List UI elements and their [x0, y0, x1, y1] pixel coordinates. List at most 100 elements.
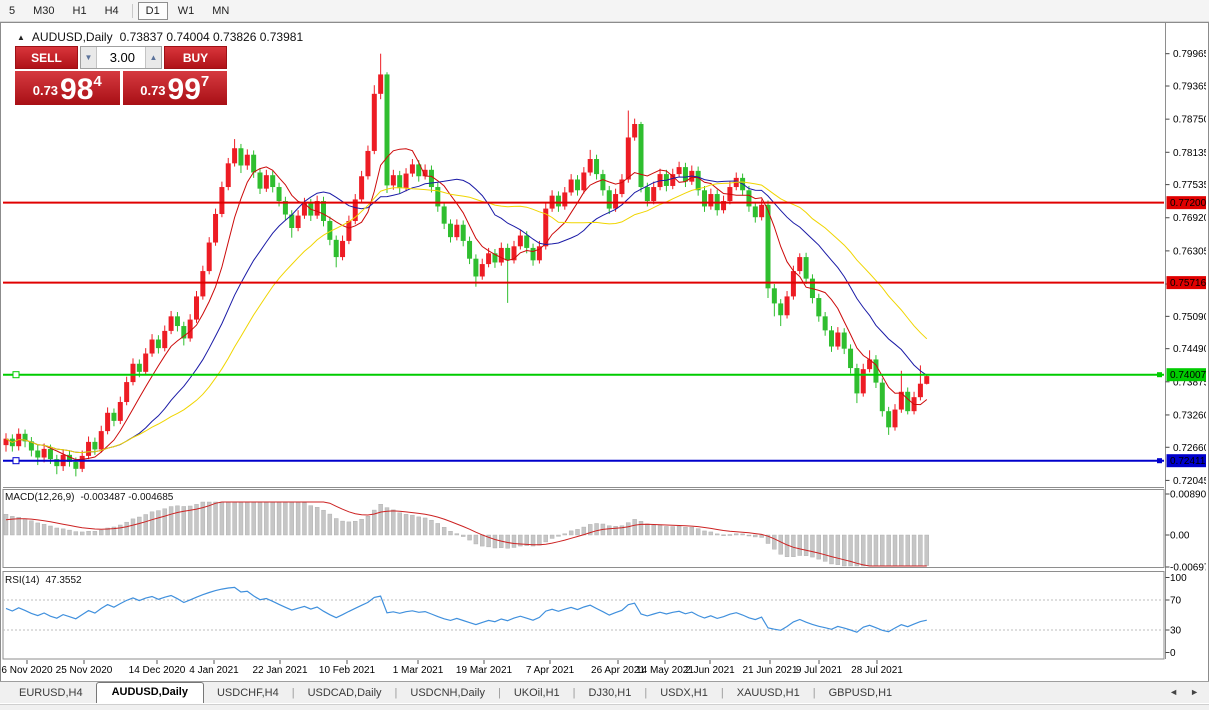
tab-ukoil-h1[interactable]: UKOil,H1	[501, 684, 573, 703]
tab-usdcad-daily[interactable]: USDCAD,Daily	[295, 684, 395, 703]
timeframe-button-w1[interactable]: W1	[170, 2, 203, 20]
tab-scroll-right-icon[interactable]: ►	[1190, 687, 1199, 697]
tab-usdx-h1[interactable]: USDX,H1	[647, 684, 721, 703]
volume-increase-icon[interactable]: ▲	[145, 47, 161, 68]
candle-body	[771, 288, 777, 304]
candle-body	[682, 167, 688, 182]
macd-bar	[670, 526, 675, 536]
macd-bar	[467, 534, 472, 541]
timeframe-button-h1[interactable]: H1	[65, 2, 95, 20]
macd-bar	[391, 509, 396, 536]
candle-body	[371, 93, 377, 151]
candle-body	[587, 159, 593, 173]
candle-body	[746, 190, 752, 207]
candle-body	[200, 271, 206, 297]
tab-xauusd-h1[interactable]: XAUUSD,H1	[724, 684, 813, 703]
candle-body	[225, 163, 231, 188]
candle-body	[479, 264, 485, 277]
volume-input[interactable]: 3.00	[97, 47, 145, 68]
buy-button[interactable]: BUY	[164, 46, 227, 69]
sell-price-big: 98	[60, 73, 94, 106]
price-tick-label: 0.72045	[1173, 476, 1206, 487]
candle-body	[467, 240, 473, 259]
macd-bar	[607, 525, 612, 536]
timeframe-button-m30[interactable]: M30	[25, 2, 62, 20]
tab-eurusd-h4[interactable]: EURUSD,H4	[6, 684, 96, 703]
candle-body	[797, 257, 803, 272]
candle-body	[803, 257, 809, 279]
sell-price-tile[interactable]: 0.73 98 4	[15, 71, 120, 105]
macd-bar	[435, 523, 440, 536]
macd-bar	[734, 533, 739, 536]
macd-bar	[727, 534, 733, 536]
macd-bar	[816, 534, 821, 560]
candle-body	[136, 363, 142, 372]
candle-body	[238, 148, 244, 166]
timeframe-button-mn[interactable]: MN	[204, 2, 237, 20]
macd-bar	[302, 502, 307, 536]
macd-bar	[397, 512, 402, 536]
rsi-tick-label: 100	[1170, 573, 1187, 584]
candle-body	[213, 213, 219, 243]
tab-usdchf-h4[interactable]: USDCHF,H4	[204, 684, 292, 703]
macd-bar	[822, 534, 828, 562]
toolbar-separator	[131, 3, 133, 18]
macd-bar	[708, 531, 714, 536]
candle-body	[473, 258, 479, 277]
rsi-tick-label: 30	[1170, 626, 1182, 637]
price-tick-label: 0.76305	[1173, 246, 1206, 257]
tab-scroll-left-icon[interactable]: ◄	[1169, 687, 1178, 697]
timeframe-button-5[interactable]: 5	[1, 2, 23, 20]
macd-bar	[861, 534, 866, 567]
macd-bar	[651, 524, 656, 536]
candle-body	[886, 411, 892, 428]
candle-body	[905, 391, 911, 412]
macd-bar	[175, 505, 180, 536]
line-handle-left	[12, 457, 20, 465]
candle-body	[854, 368, 860, 394]
candle-body	[73, 461, 79, 469]
macd-bar	[321, 509, 326, 536]
candle-body	[244, 154, 250, 166]
volume-decrease-icon[interactable]: ▼	[81, 47, 97, 68]
date-tick-label: 10 Feb 2021	[319, 665, 376, 676]
candle-body	[365, 150, 371, 177]
candle-body	[130, 363, 136, 383]
tab-gbpusd-h1[interactable]: GBPUSD,H1	[816, 684, 906, 703]
macd-bar	[289, 501, 294, 536]
timeframe-button-d1[interactable]: D1	[137, 1, 168, 20]
candle-body	[86, 441, 92, 456]
candle-body	[822, 316, 828, 331]
macd-bar	[854, 534, 860, 567]
candle-body	[124, 382, 130, 403]
tab-usdcnh-daily[interactable]: USDCNH,Daily	[397, 684, 498, 703]
rsi-indicator-label: RSI(14) 47.3552	[5, 575, 82, 586]
timeframe-button-h4[interactable]: H4	[97, 2, 127, 20]
candle-body	[486, 253, 492, 265]
timeframe-toolbar: 5 M30 H1 H4 D1 W1 MN	[0, 0, 1209, 22]
tab-dj30-h1[interactable]: DJ30,H1	[576, 684, 645, 703]
candle-body	[702, 190, 707, 207]
macd-bar	[416, 516, 421, 536]
candle-body	[162, 330, 168, 349]
candle-body	[263, 175, 269, 189]
collapse-ohlc-icon[interactable]: ▲	[17, 33, 25, 42]
line-handle-left	[12, 371, 20, 379]
price-chart-canvas[interactable]: 0.79965 0.79365 0.78750 0.78135 0.77535 0.769…	[1, 23, 1206, 679]
candle-body	[206, 242, 212, 272]
candle-body	[390, 175, 396, 186]
candle-body	[638, 123, 644, 188]
macd-bar	[695, 528, 701, 536]
rsi-name: RSI(14)	[5, 575, 40, 586]
line-handle-right	[1157, 372, 1162, 378]
macd-bar	[873, 534, 879, 567]
sell-button[interactable]: SELL	[15, 46, 78, 69]
price-line-badge-label: 0.75716	[1170, 278, 1206, 289]
tab-audusd-daily[interactable]: AUDUSD,Daily	[95, 682, 204, 703]
chart-symbol-header[interactable]: ▲ AUDUSD,Daily 0.73837 0.74004 0.73826 0…	[17, 30, 303, 44]
price-tick-label: 0.79365	[1173, 82, 1206, 93]
buy-price-tile[interactable]: 0.73 99 7	[122, 71, 227, 105]
price-tick-label: 0.79965	[1173, 49, 1206, 60]
sell-price-prefix: 0.73	[32, 83, 59, 98]
macd-bar	[683, 526, 688, 536]
